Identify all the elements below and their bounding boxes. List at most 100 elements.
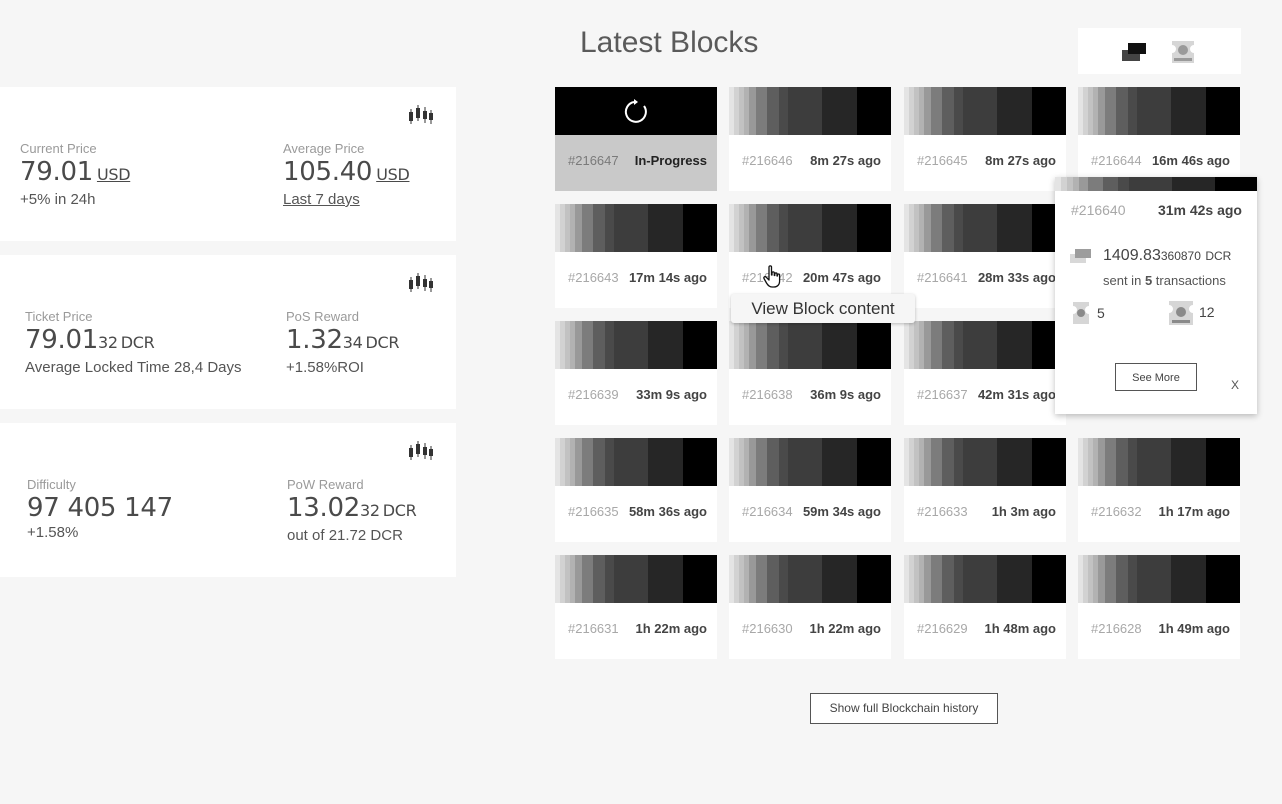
block-number: #216635 <box>568 504 619 519</box>
block-number: #216632 <box>1091 504 1142 519</box>
block-color-strip <box>555 438 717 486</box>
block-age: 17m 14s ago <box>628 270 707 285</box>
block-color-strip <box>904 87 1066 135</box>
page-title: Latest Blocks <box>580 26 759 59</box>
pos-reward-stat: PoS Reward 1.3234 DCR +1.58%ROI <box>286 309 399 376</box>
ticket-price-value: 79.0132 DCR <box>25 325 155 355</box>
block-number: #216633 <box>917 504 968 519</box>
average-price-label: Average Price <box>283 141 365 156</box>
block-age: 59m 34s ago <box>802 504 881 519</box>
block-card[interactable]: #216646 8m 27s ago <box>729 87 891 191</box>
tickets-view-icon[interactable] <box>1170 41 1196 63</box>
block-color-strip <box>729 555 891 603</box>
block-card[interactable]: #21664220m 47s ago <box>729 204 891 308</box>
block-card[interactable]: #216645 8m 27s ago <box>904 87 1066 191</box>
average-price-period[interactable]: Last 7 days <box>283 191 360 208</box>
average-price-unit[interactable]: USD <box>376 165 410 184</box>
block-number: #216643 <box>568 270 619 285</box>
block-age: 1h 3m ago <box>991 504 1056 519</box>
block-color-strip <box>555 204 717 252</box>
block-age: 1h 22m ago <box>809 621 881 636</box>
block-number: #216630 <box>742 621 793 636</box>
pos-roi: +1.58%ROI <box>286 359 364 376</box>
block-age: 1h 48m ago <box>984 621 1056 636</box>
candlestick-chart-icon[interactable] <box>408 441 434 461</box>
difficulty-change: +1.58% <box>27 524 79 541</box>
view-block-content-tooltip[interactable]: View Block content <box>731 294 915 323</box>
popover-amount: 1409.83360870 DCR <box>1103 247 1232 264</box>
pos-reward-label: PoS Reward <box>286 309 359 324</box>
block-number: #216647 <box>568 153 619 168</box>
block-color-strip <box>555 87 717 135</box>
block-card[interactable]: #216628 1h 49m ago <box>1078 555 1240 659</box>
block-age: 36m 9s ago <box>810 387 881 402</box>
current-price-label: Current Price <box>20 141 97 156</box>
block-card[interactable]: #216630 1h 22m ago <box>729 555 891 659</box>
difficulty-stat: Difficulty 97 405 147 +1.58% <box>27 477 173 541</box>
popover-ticket-count: 5 <box>1097 305 1105 321</box>
block-card[interactable]: #216641 28m 33s ago <box>904 204 1066 308</box>
current-price-change: +5% in 24h <box>20 191 96 208</box>
block-age: 58m 36s ago <box>628 504 707 519</box>
candlestick-chart-icon[interactable] <box>408 273 434 293</box>
block-number: #216629 <box>917 621 968 636</box>
locked-time: Average Locked Time 28,4 Days <box>25 359 242 376</box>
block-number: #216639 <box>568 387 619 402</box>
block-card[interactable]: #216629 1h 48m ago <box>904 555 1066 659</box>
ticket-price-label: Ticket Price <box>25 309 93 324</box>
block-color-strip <box>1078 438 1240 486</box>
transaction-icon <box>1070 249 1091 263</box>
pow-reward-total: out of 21.72 DCR <box>287 527 403 544</box>
pow-reward-label: PoW Reward <box>287 477 364 492</box>
ticket-card: Ticket Price 79.0132 DCR Average Locked T… <box>0 255 456 409</box>
block-number: #216628 <box>1091 621 1142 636</box>
candlestick-chart-icon[interactable] <box>408 105 434 125</box>
block-age: 8m 27s ago <box>985 153 1056 168</box>
block-number: #216637 <box>917 387 968 402</box>
block-age: 1h 22m ago <box>635 621 707 636</box>
block-number: #216644 <box>1091 153 1142 168</box>
block-card[interactable]: #216634 59m 34s ago <box>729 438 891 542</box>
block-color-strip <box>729 87 891 135</box>
block-age: 8m 27s ago <box>810 153 881 168</box>
block-card[interactable]: #216632 1h 17m ago <box>1078 438 1240 542</box>
current-price-stat: Current Price 79.01 USD +5% in 24h <box>20 141 131 208</box>
block-number: #216646 <box>742 153 793 168</box>
block-age: 28m 33s ago <box>977 270 1056 285</box>
popover-block-age: 31m 42s ago <box>1157 202 1242 218</box>
block-detail-popover: #216640 31m 42s ago 1409.83360870 DCR se… <box>1055 177 1257 414</box>
average-price-value: 105.40 USD <box>283 157 410 187</box>
hand-cursor-icon <box>763 265 781 288</box>
block-color-strip <box>904 204 1066 252</box>
block-age: 1h 17m ago <box>1158 504 1230 519</box>
close-popover-button[interactable]: X <box>1231 378 1239 392</box>
block-card[interactable]: #216643 17m 14s ago <box>555 204 717 308</box>
block-card[interactable]: #216644 16m 46s ago <box>1078 87 1240 191</box>
block-number: #216638 <box>742 387 793 402</box>
blocks-view-icon[interactable] <box>1122 41 1148 63</box>
current-price-unit[interactable]: USD <box>97 165 131 184</box>
block-number: #216645 <box>917 153 968 168</box>
block-age: 1h 49m ago <box>1158 621 1230 636</box>
block-age: 20m 47s ago <box>802 270 881 285</box>
block-color-strip <box>904 438 1066 486</box>
block-card[interactable]: #216639 33m 9s ago <box>555 321 717 425</box>
block-card[interactable]: #216638 36m 9s ago <box>729 321 891 425</box>
block-color-strip <box>555 555 717 603</box>
block-card[interactable]: #216637 42m 31s ago <box>904 321 1066 425</box>
block-card[interactable]: #216635 58m 36s ago <box>555 438 717 542</box>
show-history-button[interactable]: Show full Blockchain history <box>810 693 998 724</box>
block-color-strip <box>1078 87 1240 135</box>
see-more-button[interactable]: See More <box>1115 363 1197 391</box>
current-price-value: 79.01 USD <box>20 157 131 187</box>
block-card[interactable]: #216631 1h 22m ago <box>555 555 717 659</box>
block-color-strip <box>729 204 891 252</box>
popover-sent-info: sent in 5 transactions <box>1103 273 1226 288</box>
block-card[interactable]: #216633 1h 3m ago <box>904 438 1066 542</box>
ticket-price-stat: Ticket Price 79.0132 DCR Average Locked T… <box>25 309 242 376</box>
block-card-in-progress[interactable]: #216647 In-Progress <box>555 87 717 191</box>
view-toggle <box>1078 28 1241 74</box>
popover-block-number: #216640 <box>1071 202 1126 218</box>
block-color-strip <box>729 321 891 369</box>
block-color-strip <box>729 438 891 486</box>
